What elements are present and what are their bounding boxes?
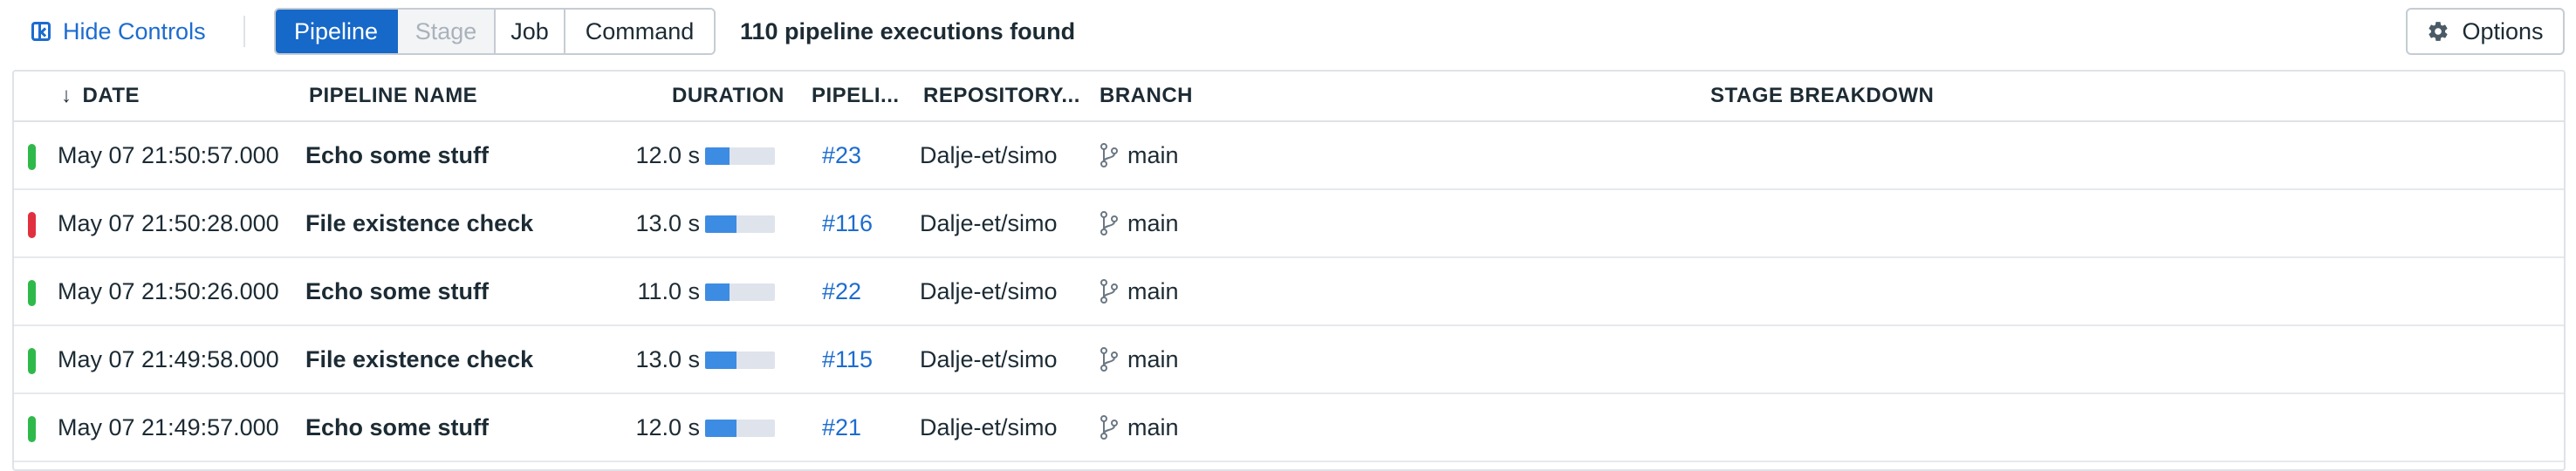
table-row[interactable]: May 07 21:50:28.000 File existence check… — [14, 190, 2564, 258]
hide-controls-label: Hide Controls — [63, 17, 206, 44]
row-pipeline-number-link[interactable]: #116 — [822, 190, 873, 256]
row-date: May 07 21:50:28.000 — [58, 209, 279, 236]
row-date: May 07 21:50:26.000 — [58, 277, 279, 304]
collapse-panel-icon — [31, 22, 51, 41]
table-row[interactable]: May 07 21:50:26.000 Echo some stuff 11.0… — [14, 258, 2564, 326]
table-row[interactable]: May 07 21:49:57.000 Echo some stuff 12.0… — [14, 394, 2564, 462]
git-branch-icon — [1100, 279, 1118, 304]
status-indicator — [28, 348, 36, 374]
options-label: Options — [2462, 17, 2544, 44]
status-indicator — [28, 416, 36, 442]
row-duration: 12.0 s — [635, 141, 700, 168]
row-repository: Dalje-et/simo — [920, 277, 1058, 304]
view-toggle: Pipeline Stage Job Command — [274, 8, 716, 55]
column-header-date[interactable]: ↓ DATE — [61, 72, 140, 120]
row-pipeline-name: Echo some stuff — [305, 277, 490, 304]
column-header-branch[interactable]: BRANCH — [1100, 72, 1193, 120]
result-count: 110 pipeline executions found — [740, 17, 1076, 44]
arrow-down-icon: ↓ — [61, 84, 72, 107]
row-pipeline-name: Echo some stuff — [305, 413, 490, 440]
row-pipeline-name: Echo some stuff — [305, 141, 490, 168]
view-pipeline-button[interactable]: Pipeline — [276, 10, 398, 53]
view-command-button[interactable]: Command — [565, 10, 714, 53]
row-duration-bar — [705, 215, 775, 233]
row-repository: Dalje-et/simo — [920, 141, 1058, 168]
row-pipeline-number-link[interactable]: #22 — [822, 258, 861, 324]
row-duration-bar — [705, 420, 775, 437]
column-header-date-label: DATE — [82, 84, 140, 107]
row-branch-label: main — [1127, 413, 1179, 440]
git-branch-icon — [1100, 211, 1118, 236]
row-date: May 07 21:49:57.000 — [58, 413, 279, 440]
hide-controls-button[interactable]: Hide Controls — [31, 14, 206, 49]
row-pipeline-number-link[interactable]: #23 — [822, 122, 861, 188]
git-branch-icon — [1100, 347, 1118, 372]
table-header: ↓ DATE PIPELINE NAME DURATION PIPELI... … — [14, 72, 2564, 122]
row-repository: Dalje-et/simo — [920, 209, 1058, 236]
row-branch: main — [1100, 258, 1179, 324]
row-duration: 13.0 s — [635, 345, 700, 372]
column-header-pipeline-number[interactable]: PIPELI... — [812, 72, 900, 120]
options-button[interactable]: Options — [2406, 8, 2565, 55]
toolbar-divider — [243, 16, 245, 47]
row-branch: main — [1100, 394, 1179, 461]
row-duration-bar — [705, 283, 775, 301]
row-duration-bar — [705, 352, 775, 369]
column-header-repository[interactable]: REPOSITORY... — [923, 72, 1080, 120]
gear-icon — [2429, 22, 2449, 41]
row-duration-bar — [705, 147, 775, 165]
table-row[interactable]: May 07 21:49:58.000 File existence check… — [14, 326, 2564, 394]
column-header-duration[interactable]: DURATION — [672, 72, 784, 120]
status-indicator — [28, 212, 36, 238]
row-branch-label: main — [1127, 345, 1179, 372]
status-indicator — [28, 280, 36, 306]
row-repository: Dalje-et/simo — [920, 345, 1058, 372]
view-stage-button[interactable]: Stage — [398, 10, 496, 53]
row-duration: 13.0 s — [635, 209, 700, 236]
row-branch-label: main — [1127, 277, 1179, 304]
pipeline-executions-table: ↓ DATE PIPELINE NAME DURATION PIPELI... … — [12, 70, 2566, 471]
row-pipeline-number-link[interactable]: #115 — [822, 326, 873, 392]
column-header-stage-breakdown[interactable]: STAGE BREAKDOWN — [1710, 72, 1934, 120]
table-row[interactable]: May 07 21:50:57.000 Echo some stuff 12.0… — [14, 122, 2564, 190]
row-pipeline-name: File existence check — [305, 209, 534, 236]
view-job-button[interactable]: Job — [496, 10, 565, 53]
row-branch: main — [1100, 190, 1179, 256]
row-branch-label: main — [1127, 141, 1179, 168]
status-indicator — [28, 144, 36, 170]
git-branch-icon — [1100, 415, 1118, 440]
row-branch: main — [1100, 326, 1179, 392]
column-header-pipeline-name[interactable]: PIPELINE NAME — [309, 72, 477, 120]
row-date: May 07 21:50:57.000 — [58, 141, 279, 168]
row-duration: 11.0 s — [637, 277, 700, 304]
row-duration: 12.0 s — [635, 413, 700, 440]
git-branch-icon — [1100, 143, 1118, 167]
row-pipeline-name: File existence check — [305, 345, 534, 372]
row-branch: main — [1100, 122, 1179, 188]
row-pipeline-number-link[interactable]: #21 — [822, 394, 861, 461]
row-date: May 07 21:49:58.000 — [58, 345, 279, 372]
toolbar: Hide Controls Pipeline Stage Job Command… — [0, 0, 2576, 63]
row-repository: Dalje-et/simo — [920, 413, 1058, 440]
row-branch-label: main — [1127, 209, 1179, 236]
